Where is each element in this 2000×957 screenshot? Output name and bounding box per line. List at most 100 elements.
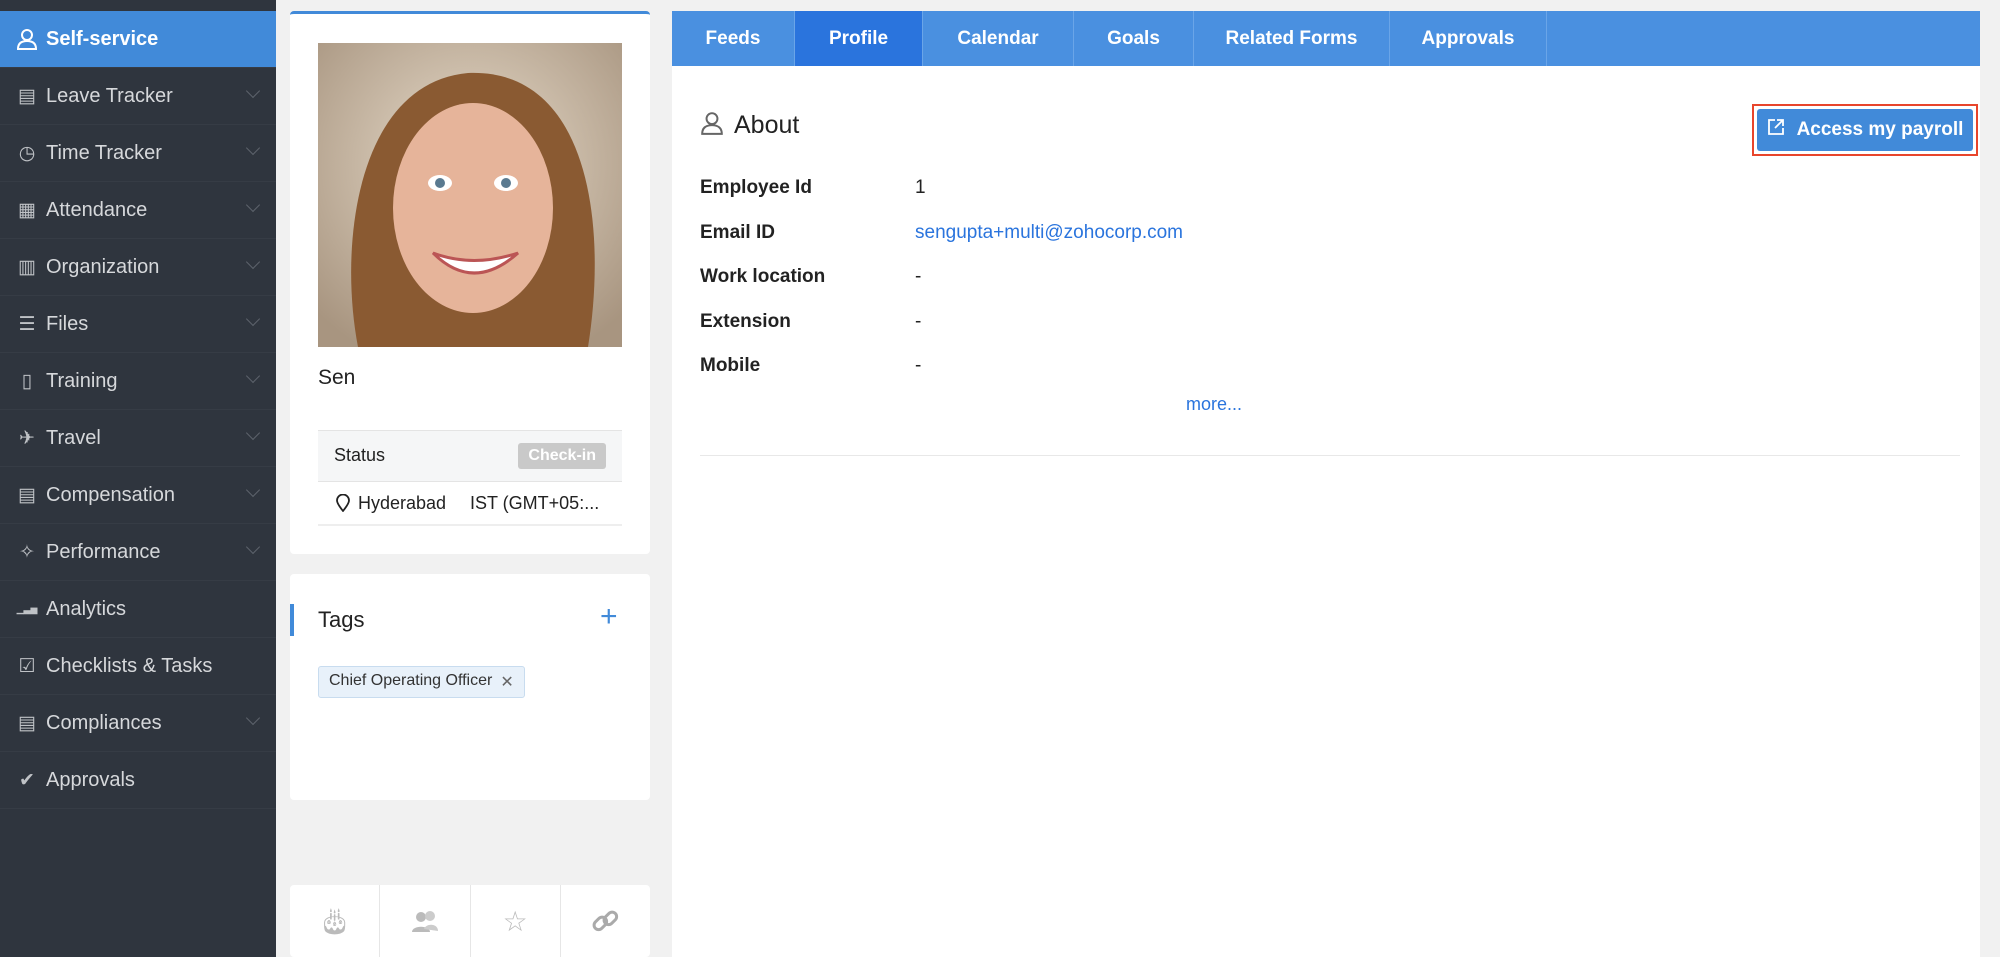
- sidebar-item-analytics[interactable]: ▁▃▅ Analytics: [0, 581, 276, 638]
- analytics-icon: ▁▃▅: [16, 603, 38, 614]
- training-icon: ▯: [21, 370, 33, 392]
- chevron-down-icon[interactable]: [245, 539, 261, 555]
- tags-card: Tags + Chief Operating Officer ✕: [290, 574, 650, 800]
- sidebar-item-checklists-tasks[interactable]: ☑ Checklists & Tasks: [0, 638, 276, 695]
- chevron-down-icon[interactable]: [245, 425, 261, 441]
- tab-calendar[interactable]: Calendar: [923, 11, 1074, 66]
- sidebar-item-time-tracker[interactable]: ◷ Time Tracker: [0, 125, 276, 182]
- about-heading: About: [700, 110, 799, 141]
- sidebar-item-compensation[interactable]: ▤ Compensation: [0, 467, 276, 524]
- sidebar-item-approvals[interactable]: ✔ Approvals: [0, 752, 276, 809]
- sidebar-item-training[interactable]: ▯ Training: [0, 353, 276, 410]
- tab-goals[interactable]: Goals: [1074, 11, 1194, 66]
- access-payroll-button[interactable]: Access my payroll: [1757, 109, 1973, 151]
- user-icon: [16, 28, 38, 50]
- field-label: Extension: [700, 310, 791, 332]
- sidebar-item-label: Files: [46, 312, 89, 335]
- add-tag-button[interactable]: +: [600, 600, 618, 634]
- field-value[interactable]: sengupta+multi@zohocorp.com: [915, 222, 1183, 244]
- plane-icon: ✈: [19, 427, 35, 449]
- sidebar-item-attendance[interactable]: ▦ Attendance: [0, 182, 276, 239]
- birthday-cake-icon[interactable]: 🎂︎: [290, 885, 381, 957]
- people-icon[interactable]: [380, 885, 471, 957]
- remove-tag-icon[interactable]: ✕: [500, 672, 513, 692]
- performance-icon: ✧: [19, 541, 35, 563]
- location-row: Hyderabad IST (GMT+05:...: [318, 482, 622, 526]
- tab-feeds[interactable]: Feeds: [672, 11, 795, 66]
- sidebar-item-label: Leave Tracker: [46, 84, 173, 107]
- payroll-highlight: Access my payroll: [1752, 104, 1978, 156]
- sidebar-item-leave-tracker[interactable]: ▤ Leave Tracker: [0, 68, 276, 125]
- tab-bar: Feeds Profile Calendar Goals Related For…: [672, 11, 1980, 66]
- sidebar-item-label: Organization: [46, 255, 160, 278]
- checklist-icon: ☑: [18, 655, 36, 677]
- field-label: Work location: [700, 266, 826, 287]
- field-label: Employee Id: [700, 177, 812, 198]
- divider: [700, 455, 1960, 456]
- field-value: 1: [915, 177, 926, 198]
- tags-title: Tags: [318, 607, 365, 632]
- sidebar-item-files[interactable]: ☰ Files: [0, 296, 276, 353]
- sidebar-item-label: Training: [46, 369, 118, 392]
- chevron-down-icon[interactable]: [245, 368, 261, 384]
- location-pin-icon: [336, 493, 350, 517]
- sidebar-item-label: Time Tracker: [46, 141, 162, 164]
- tag-label: Chief Operating Officer: [329, 672, 493, 689]
- field-value: -: [915, 310, 922, 332]
- calendar-icon: ▦: [18, 199, 36, 221]
- sidebar-item-self-service[interactable]: Self-service: [0, 11, 276, 68]
- sidebar-item-label: Compensation: [46, 483, 175, 506]
- chevron-down-icon[interactable]: [245, 710, 261, 726]
- building-icon: ▥: [18, 256, 36, 278]
- approvals-icon: ✔: [19, 769, 35, 791]
- sidebar: Self-service ▤ Leave Tracker ◷ Time Tracker…: [0, 0, 276, 957]
- field-value: -: [915, 355, 922, 376]
- tab-approvals[interactable]: Approvals: [1390, 11, 1547, 66]
- timezone-text: IST (GMT+05:...: [470, 493, 600, 513]
- sidebar-item-travel[interactable]: ✈ Travel: [0, 410, 276, 467]
- sidebar-item-label: Attendance: [46, 198, 148, 221]
- tab-profile[interactable]: Profile: [795, 11, 923, 66]
- sidebar-item-label: Self-service: [46, 27, 159, 50]
- more-link[interactable]: more...: [1186, 394, 1242, 415]
- status-row: Status Check-in: [318, 430, 622, 482]
- employee-name: Sen: [318, 366, 356, 389]
- chevron-down-icon[interactable]: [245, 83, 261, 99]
- sidebar-item-label: Compliances: [46, 711, 162, 734]
- access-payroll-label: Access my payroll: [1796, 119, 1964, 140]
- clock-icon: ◷: [18, 142, 36, 164]
- external-link-icon: [1767, 118, 1785, 142]
- chevron-down-icon[interactable]: [245, 482, 261, 498]
- link-icon[interactable]: [561, 885, 650, 957]
- sidebar-item-label: Analytics: [46, 597, 127, 620]
- chevron-down-icon[interactable]: [245, 197, 261, 213]
- quick-actions-bar: 🎂︎ ☆: [290, 885, 650, 957]
- check-in-button[interactable]: Check-in: [518, 443, 606, 469]
- files-icon: ☰: [18, 313, 36, 335]
- sidebar-item-label: Checklists & Tasks: [46, 654, 213, 677]
- field-label: Mobile: [700, 355, 761, 376]
- sidebar-item-label: Performance: [46, 540, 161, 563]
- tab-related-forms[interactable]: Related Forms: [1194, 11, 1390, 66]
- leave-icon: ▤: [18, 85, 36, 107]
- sidebar-item-compliances[interactable]: ▤ Compliances: [0, 695, 276, 752]
- user-icon: [700, 110, 724, 141]
- status-label: Status: [334, 445, 386, 465]
- field-value: -: [915, 266, 922, 287]
- location-text: Hyderabad: [358, 493, 447, 513]
- profile-photo[interactable]: [318, 43, 622, 347]
- star-icon[interactable]: ☆: [471, 885, 561, 957]
- chevron-down-icon[interactable]: [245, 140, 261, 156]
- chevron-down-icon[interactable]: [245, 254, 261, 270]
- sidebar-item-label: Travel: [46, 426, 101, 449]
- sidebar-item-organization[interactable]: ▥ Organization: [0, 239, 276, 296]
- field-label: Email ID: [700, 221, 775, 243]
- compliance-icon: ▤: [18, 712, 36, 734]
- sidebar-item-label: Approvals: [46, 768, 135, 791]
- sidebar-item-performance[interactable]: ✧ Performance: [0, 524, 276, 581]
- about-title: About: [734, 111, 800, 139]
- compensation-icon: ▤: [18, 484, 36, 506]
- tag-chip: Chief Operating Officer ✕: [318, 666, 525, 698]
- chevron-down-icon[interactable]: [245, 311, 261, 327]
- main-panel: [672, 66, 1980, 957]
